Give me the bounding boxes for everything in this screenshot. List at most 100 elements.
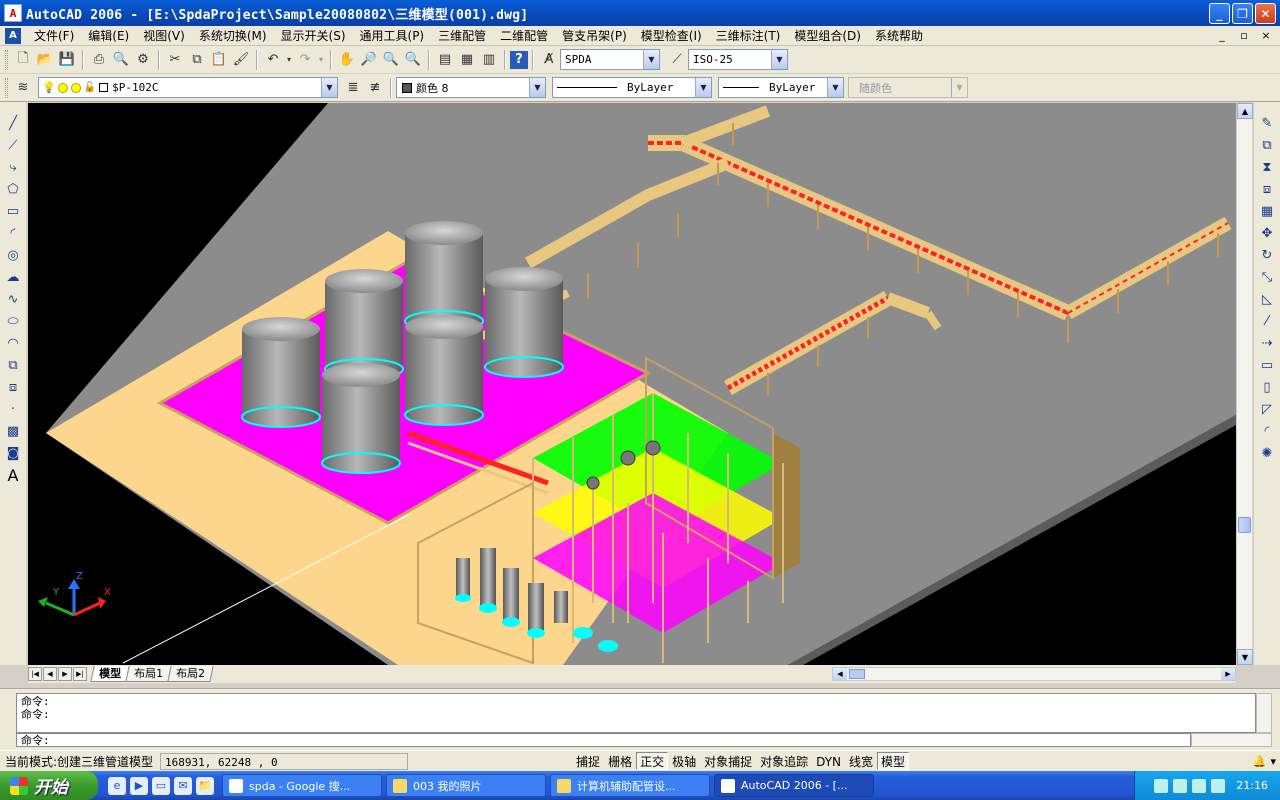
outlook-icon[interactable]: ✉: [174, 776, 192, 795]
paste-icon[interactable]: 📋: [208, 49, 230, 71]
open-file-icon[interactable]: 📂: [34, 49, 56, 71]
menu-model-combine[interactable]: 模型组合(D): [787, 26, 868, 46]
zoom-previous-icon[interactable]: 🔍: [402, 49, 424, 71]
model-viewport[interactable]: Z Y X: [28, 103, 1236, 665]
layer-select[interactable]: 💡 🔓 $P-102C ▼: [38, 77, 338, 98]
erase-icon[interactable]: ✎: [1256, 112, 1278, 134]
scroll-down-icon[interactable]: ▼: [1237, 649, 1253, 665]
revision-cloud-icon[interactable]: ☁: [2, 266, 24, 288]
task-google-search[interactable]: spda - Google 搜...: [222, 774, 382, 797]
doc-minimize-icon[interactable]: _: [1214, 28, 1230, 43]
color-select[interactable]: 颜色 8 ▼: [396, 77, 546, 98]
tab-layout1[interactable]: 布局1: [125, 666, 172, 682]
toolbar-grip[interactable]: [5, 77, 8, 98]
grid-toggle[interactable]: 栅格: [604, 752, 636, 770]
security-shield-icon[interactable]: [1192, 778, 1207, 793]
chamfer-icon[interactable]: ◸: [1256, 398, 1278, 420]
trim-icon[interactable]: ⁄: [1256, 310, 1278, 332]
layer-manager-icon[interactable]: ≋: [12, 77, 34, 99]
spline-icon[interactable]: ∿: [2, 288, 24, 310]
menu-3d-dimension[interactable]: 三维标注(T): [709, 26, 788, 46]
menu-model-check[interactable]: 模型检查(I): [634, 26, 709, 46]
scroll-thumb[interactable]: [849, 669, 865, 679]
zoom-window-icon[interactable]: 🔍: [380, 49, 402, 71]
sun-icon[interactable]: [57, 82, 68, 93]
properties-icon[interactable]: ▤: [434, 49, 456, 71]
polygon-icon[interactable]: ⬠: [2, 178, 24, 200]
toolbar-grip[interactable]: [5, 49, 8, 70]
move-icon[interactable]: ✥: [1256, 222, 1278, 244]
pan-icon[interactable]: ✋: [336, 49, 358, 71]
menu-system-switch[interactable]: 系统切换(M): [192, 26, 274, 46]
minimize-icon[interactable]: _: [1209, 3, 1230, 24]
command-horizontal-scrollbar[interactable]: [1191, 733, 1272, 747]
command-history-scrollbar[interactable]: [1256, 693, 1272, 733]
menu-view[interactable]: 视图(V): [136, 26, 192, 46]
linetype-select[interactable]: ByLayer ▼: [552, 77, 712, 98]
rotate-icon[interactable]: ↻: [1256, 244, 1278, 266]
redo-dropdown-icon[interactable]: ▾: [316, 49, 326, 71]
polyline-icon[interactable]: ⤷: [2, 156, 24, 178]
break-at-point-icon[interactable]: ▭: [1256, 354, 1278, 376]
model-space-toggle[interactable]: 模型: [877, 752, 910, 770]
menu-edit[interactable]: 编辑(E): [81, 26, 136, 46]
new-file-icon[interactable]: 🗋: [12, 49, 34, 71]
media-player-icon[interactable]: ▶: [130, 776, 148, 795]
chevron-down-icon[interactable]: ▼: [695, 78, 711, 97]
polar-toggle[interactable]: 极轴: [668, 752, 700, 770]
menu-pipe-supports[interactable]: 管支吊架(P): [555, 26, 634, 46]
lock-icon[interactable]: 🔓: [84, 82, 96, 93]
point-icon[interactable]: ·: [2, 398, 24, 420]
lineweight-select[interactable]: ByLayer ▼: [718, 77, 844, 98]
lineweight-toggle[interactable]: 线宽: [845, 752, 877, 770]
help-icon[interactable]: ?: [510, 50, 528, 69]
menu-3d-piping[interactable]: 三维配管: [431, 26, 493, 46]
viewport-freeze-icon[interactable]: [70, 82, 81, 93]
undo-dropdown-icon[interactable]: ▾: [284, 49, 294, 71]
folder-icon[interactable]: 📁: [196, 776, 214, 795]
internet-explorer-icon[interactable]: e: [108, 776, 126, 795]
match-properties-icon[interactable]: 🖌: [230, 49, 252, 71]
tab-layout2[interactable]: 布局2: [167, 666, 214, 682]
scroll-left-icon[interactable]: ◀: [833, 668, 847, 680]
drawing-doc-icon[interactable]: A: [5, 27, 21, 44]
tool-palettes-icon[interactable]: ▥: [478, 49, 500, 71]
dim-style-icon[interactable]: ⟋: [666, 49, 688, 71]
scroll-right-icon[interactable]: ▶: [1221, 668, 1235, 680]
close-icon[interactable]: ✕: [1255, 3, 1276, 24]
circle-icon[interactable]: ◎: [2, 244, 24, 266]
communication-center-icon[interactable]: 🔔: [1253, 755, 1267, 768]
chevron-down-icon[interactable]: ▼: [529, 78, 545, 97]
menu-2d-piping[interactable]: 二维配管: [493, 26, 555, 46]
rectangle-icon[interactable]: ▭: [2, 200, 24, 222]
menu-file[interactable]: 文件(F): [27, 26, 81, 46]
zoom-realtime-icon[interactable]: 🔎: [358, 49, 380, 71]
network-icon[interactable]: [1154, 778, 1169, 793]
plot-preview-icon[interactable]: 🔍: [110, 49, 132, 71]
make-object-layer-current-icon[interactable]: ≣: [342, 77, 364, 99]
text-style-select[interactable]: SPDA ▼: [560, 49, 660, 70]
start-button[interactable]: 开始: [0, 771, 98, 800]
viewport-horizontal-scrollbar[interactable]: ◀ ▶: [832, 667, 1236, 681]
insert-block-icon[interactable]: ⧉: [2, 354, 24, 376]
otrack-toggle[interactable]: 对象追踪: [756, 752, 812, 770]
desktop-icon[interactable]: ▭: [152, 776, 170, 795]
dim-style-select[interactable]: ISO-25 ▼: [688, 49, 788, 70]
messenger-icon[interactable]: [1211, 778, 1226, 793]
design-center-icon[interactable]: ▦: [456, 49, 478, 71]
mirror-icon[interactable]: ⧗: [1256, 156, 1278, 178]
stretch-icon[interactable]: ◺: [1256, 288, 1278, 310]
save-icon[interactable]: 💾: [56, 49, 78, 71]
cut-icon[interactable]: ✂: [164, 49, 186, 71]
explode-icon[interactable]: ✺: [1256, 442, 1278, 464]
clock[interactable]: 21:16: [1236, 779, 1268, 792]
undo-icon[interactable]: ↶: [262, 49, 284, 71]
ortho-toggle[interactable]: 正交: [636, 752, 669, 770]
last-tab-icon[interactable]: ▶|: [73, 667, 87, 681]
first-tab-icon[interactable]: |◀: [28, 667, 42, 681]
3d-plant-model[interactable]: Z Y X: [28, 103, 1236, 665]
ellipse-arc-icon[interactable]: ◠: [2, 332, 24, 354]
scroll-thumb[interactable]: [1238, 517, 1251, 533]
tab-model[interactable]: 模型: [90, 666, 130, 682]
copy-object-icon[interactable]: ⧉: [1256, 134, 1278, 156]
